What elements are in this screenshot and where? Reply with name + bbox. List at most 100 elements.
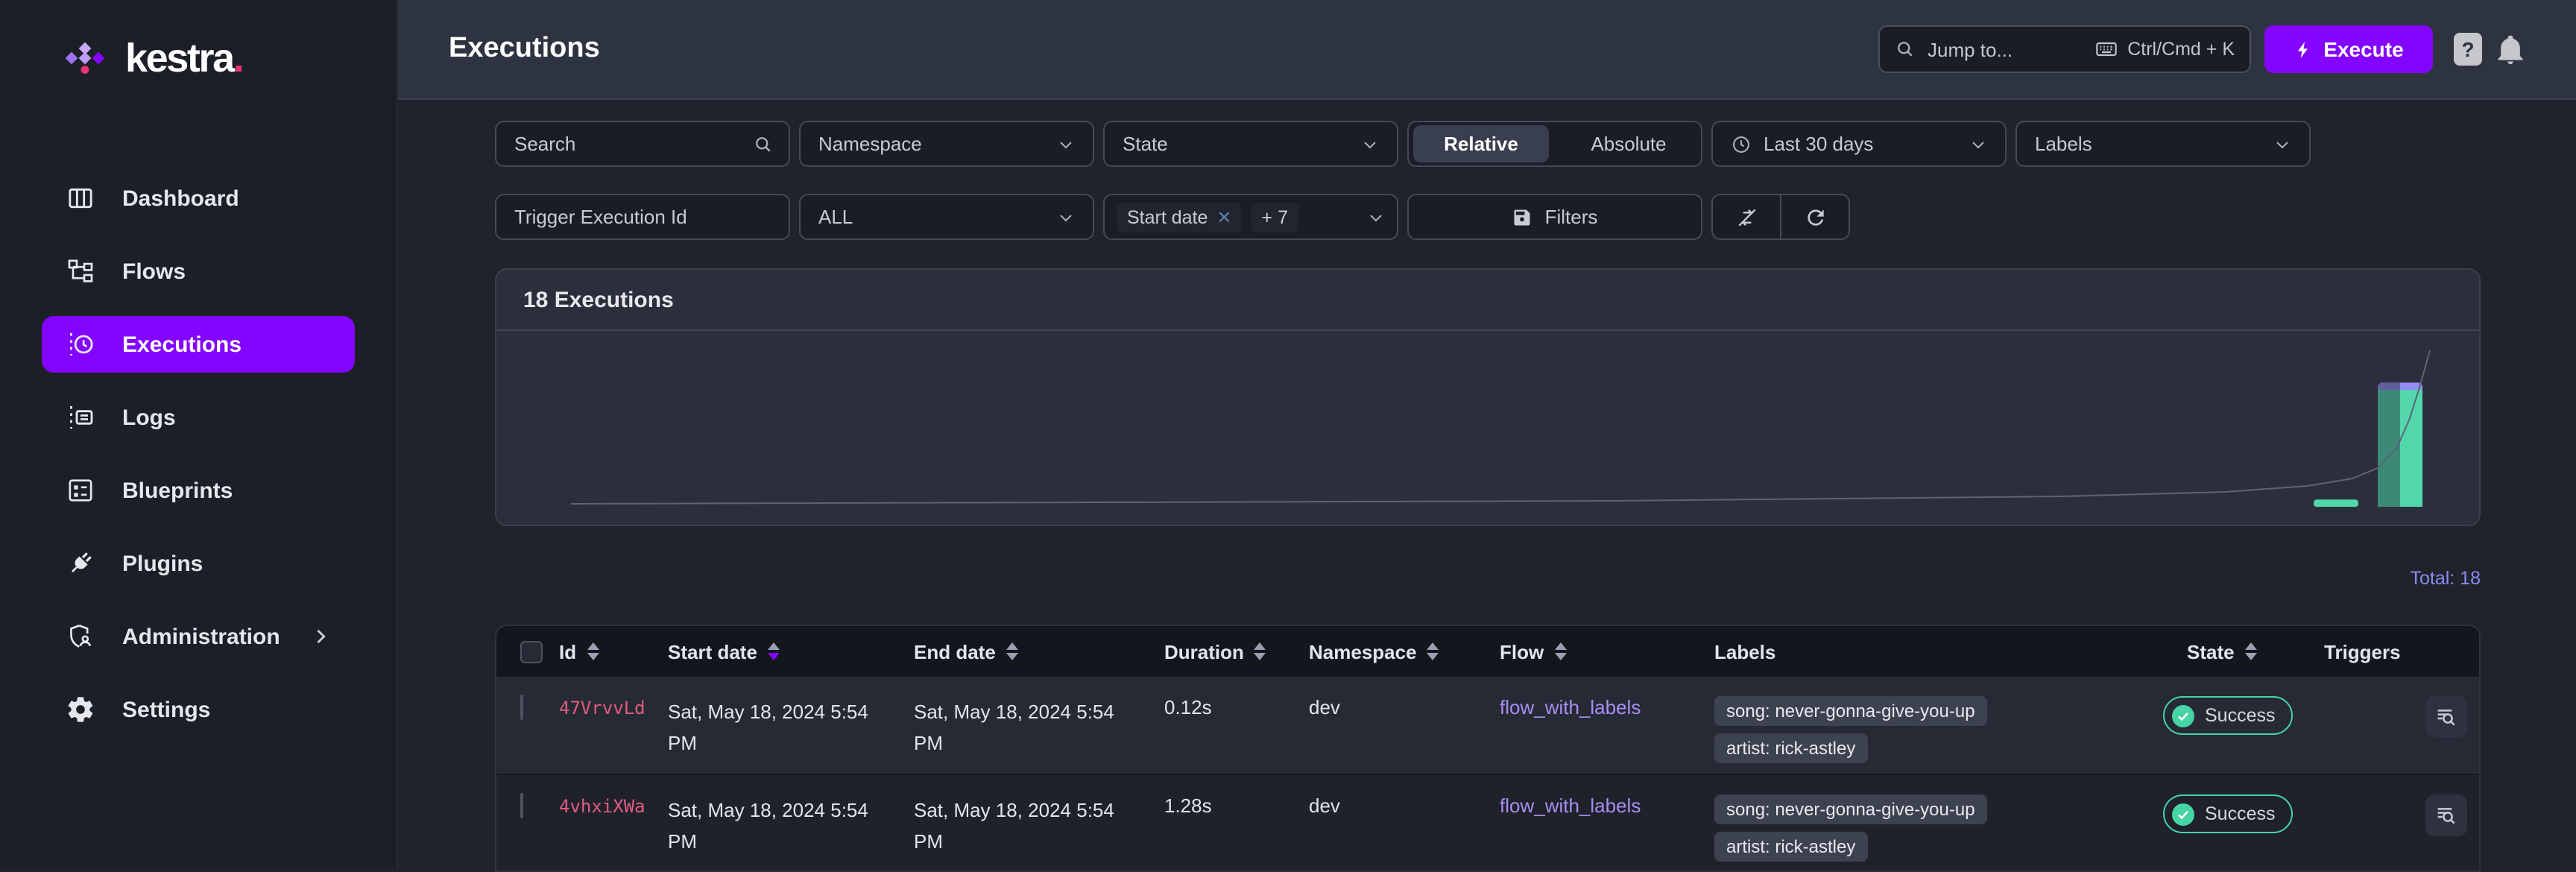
column-header-labels: Labels xyxy=(1714,640,1776,663)
sidebar-item-label: Logs xyxy=(122,405,176,430)
column-header-start-date[interactable]: Start date xyxy=(668,640,914,663)
topbar: Executions Jump to... Ctrl/Cmd + K Execu… xyxy=(398,0,2576,100)
more-columns-chip[interactable]: + 7 xyxy=(1251,202,1298,232)
auto-refresh-off-button[interactable] xyxy=(1713,195,1780,238)
label-chip: artist: rick-astley xyxy=(1714,832,1868,862)
executions-chart[interactable] xyxy=(496,331,2479,526)
flow-link[interactable]: flow_with_labels xyxy=(1500,794,1641,817)
duration-cell: 0.12s xyxy=(1164,696,1212,718)
logs-icon xyxy=(70,406,93,429)
absolute-toggle-option[interactable]: Absolute xyxy=(1561,125,1696,162)
filter-row-1: Namespace State Relative Absolute Last 3… xyxy=(495,121,2311,167)
namespace-filter-select[interactable]: Namespace xyxy=(799,121,1094,167)
table-row: 47VrvvLd Sat, May 18, 2024 5:54 PM Sat, … xyxy=(496,677,2479,774)
chevron-down-icon xyxy=(1972,141,1984,148)
search-icon xyxy=(1898,42,1913,57)
trigger-details-button[interactable] xyxy=(2425,696,2467,738)
column-header-end-date[interactable]: End date xyxy=(914,640,1164,663)
sort-arrows[interactable] xyxy=(1554,642,1567,660)
keyboard-icon xyxy=(2096,42,2117,57)
execute-button[interactable]: Execute xyxy=(2264,25,2433,73)
sidebar-item-dashboard[interactable]: Dashboard xyxy=(42,170,355,227)
column-header-duration[interactable]: Duration xyxy=(1164,640,1309,663)
sort-arrows[interactable] xyxy=(587,642,599,660)
sidebar: kestra. Dashboard Flows Executions Logs … xyxy=(0,0,398,869)
scope-filter-select[interactable]: ALL xyxy=(799,194,1094,240)
refresh-controls xyxy=(1711,194,1850,240)
executions-summary-card: 18 Executions xyxy=(495,268,2481,526)
row-checkbox[interactable] xyxy=(520,793,523,818)
notifications-bell-icon[interactable] xyxy=(2494,33,2527,66)
execution-id-link[interactable]: 47VrvvLd xyxy=(559,698,645,718)
shortcut-hint: Ctrl/Cmd + K xyxy=(2094,37,2235,61)
sidebar-item-executions[interactable]: Executions xyxy=(42,316,355,373)
search-input[interactable] xyxy=(495,121,790,167)
main-content: Namespace State Relative Absolute Last 3… xyxy=(398,100,2576,872)
flows-icon xyxy=(68,259,93,282)
sync-off-icon xyxy=(1737,208,1755,226)
select-all-checkbox[interactable] xyxy=(520,640,543,663)
sidebar-item-logs[interactable]: Logs xyxy=(42,389,355,446)
brand-dot: . xyxy=(233,35,244,80)
column-header-state[interactable]: State xyxy=(2163,640,2312,663)
trigger-details-button[interactable] xyxy=(2425,794,2467,836)
kestra-logo-icon xyxy=(65,42,105,74)
end-date-cell: Sat, May 18, 2024 5:54 PM xyxy=(914,701,1114,754)
status-badge[interactable]: Success xyxy=(2163,794,2294,833)
sort-arrows[interactable] xyxy=(1427,642,1439,660)
chevron-down-icon xyxy=(1060,214,1072,221)
visible-columns-select[interactable]: Start date ✕ + 7 xyxy=(1103,194,1398,240)
kestra-logo[interactable]: kestra. xyxy=(61,27,244,89)
close-icon[interactable]: ✕ xyxy=(1216,206,1231,227)
column-header-id[interactable]: Id xyxy=(559,640,668,663)
sidebar-item-settings[interactable]: Settings xyxy=(42,681,355,738)
row-checkbox[interactable] xyxy=(520,695,523,720)
refresh-icon xyxy=(1807,209,1823,225)
executions-icon xyxy=(70,333,93,356)
relative-toggle-option[interactable]: Relative xyxy=(1413,125,1549,162)
column-header-flow[interactable]: Flow xyxy=(1500,640,1714,663)
jump-to-search[interactable]: Jump to... Ctrl/Cmd + K xyxy=(1878,25,2251,73)
text-search-icon xyxy=(2437,808,2455,824)
sidebar-item-label: Administration xyxy=(122,624,280,649)
trigger-execution-id-input[interactable] xyxy=(495,194,790,240)
status-badge[interactable]: Success xyxy=(2163,696,2294,735)
execution-id-link[interactable]: 4vhxiXWa xyxy=(559,796,645,817)
sidebar-nav: Dashboard Flows Executions Logs Blueprin… xyxy=(0,170,397,754)
column-header-namespace[interactable]: Namespace xyxy=(1309,640,1500,663)
sidebar-item-administration[interactable]: Administration xyxy=(42,608,355,665)
executions-table: Id Start date End date Duration Namespac… xyxy=(495,625,2481,872)
flow-link[interactable]: flow_with_labels xyxy=(1500,696,1641,718)
duration-cell: 1.28s xyxy=(1164,794,1212,817)
label-chip: song: never-gonna-give-you-up xyxy=(1714,696,1987,726)
help-button[interactable]: ? xyxy=(2454,33,2482,66)
chevron-right-icon xyxy=(317,629,326,644)
labels-filter-select[interactable]: Labels xyxy=(2015,121,2311,167)
success-check-icon xyxy=(2172,803,2194,825)
namespace-cell: dev xyxy=(1309,794,1340,817)
start-date-cell: Sat, May 18, 2024 5:54 PM xyxy=(668,701,868,754)
labels-cell: song: never-gonna-give-you-up artist: ri… xyxy=(1714,677,2163,774)
sidebar-item-label: Flows xyxy=(122,259,186,284)
success-check-icon xyxy=(2172,704,2194,727)
sort-arrows[interactable] xyxy=(2244,642,2257,660)
sidebar-item-plugins[interactable]: Plugins xyxy=(42,535,355,592)
label-chip: artist: rick-astley xyxy=(1714,733,1868,763)
saved-filters-button[interactable]: Filters xyxy=(1407,194,1702,240)
sort-arrows[interactable] xyxy=(1006,642,1018,660)
sort-arrows[interactable] xyxy=(767,642,780,660)
start-date-chip[interactable]: Start date ✕ xyxy=(1117,202,1243,232)
sidebar-item-flows[interactable]: Flows xyxy=(42,243,355,300)
plugins-icon xyxy=(72,552,92,572)
sidebar-item-blueprints[interactable]: Blueprints xyxy=(42,462,355,519)
start-date-cell: Sat, May 18, 2024 5:54 PM xyxy=(668,799,868,853)
refresh-button[interactable] xyxy=(1780,195,1849,238)
blueprints-icon xyxy=(69,479,92,502)
sort-arrows[interactable] xyxy=(1254,642,1266,660)
date-range-select[interactable]: Last 30 days xyxy=(1711,121,2007,167)
lightning-bolt-icon xyxy=(2297,41,2308,57)
page-title: Executions xyxy=(449,33,600,64)
jump-to-placeholder: Jump to... xyxy=(1928,38,2013,60)
state-filter-select[interactable]: State xyxy=(1103,121,1398,167)
executions-chart-svg[interactable] xyxy=(496,331,2479,526)
